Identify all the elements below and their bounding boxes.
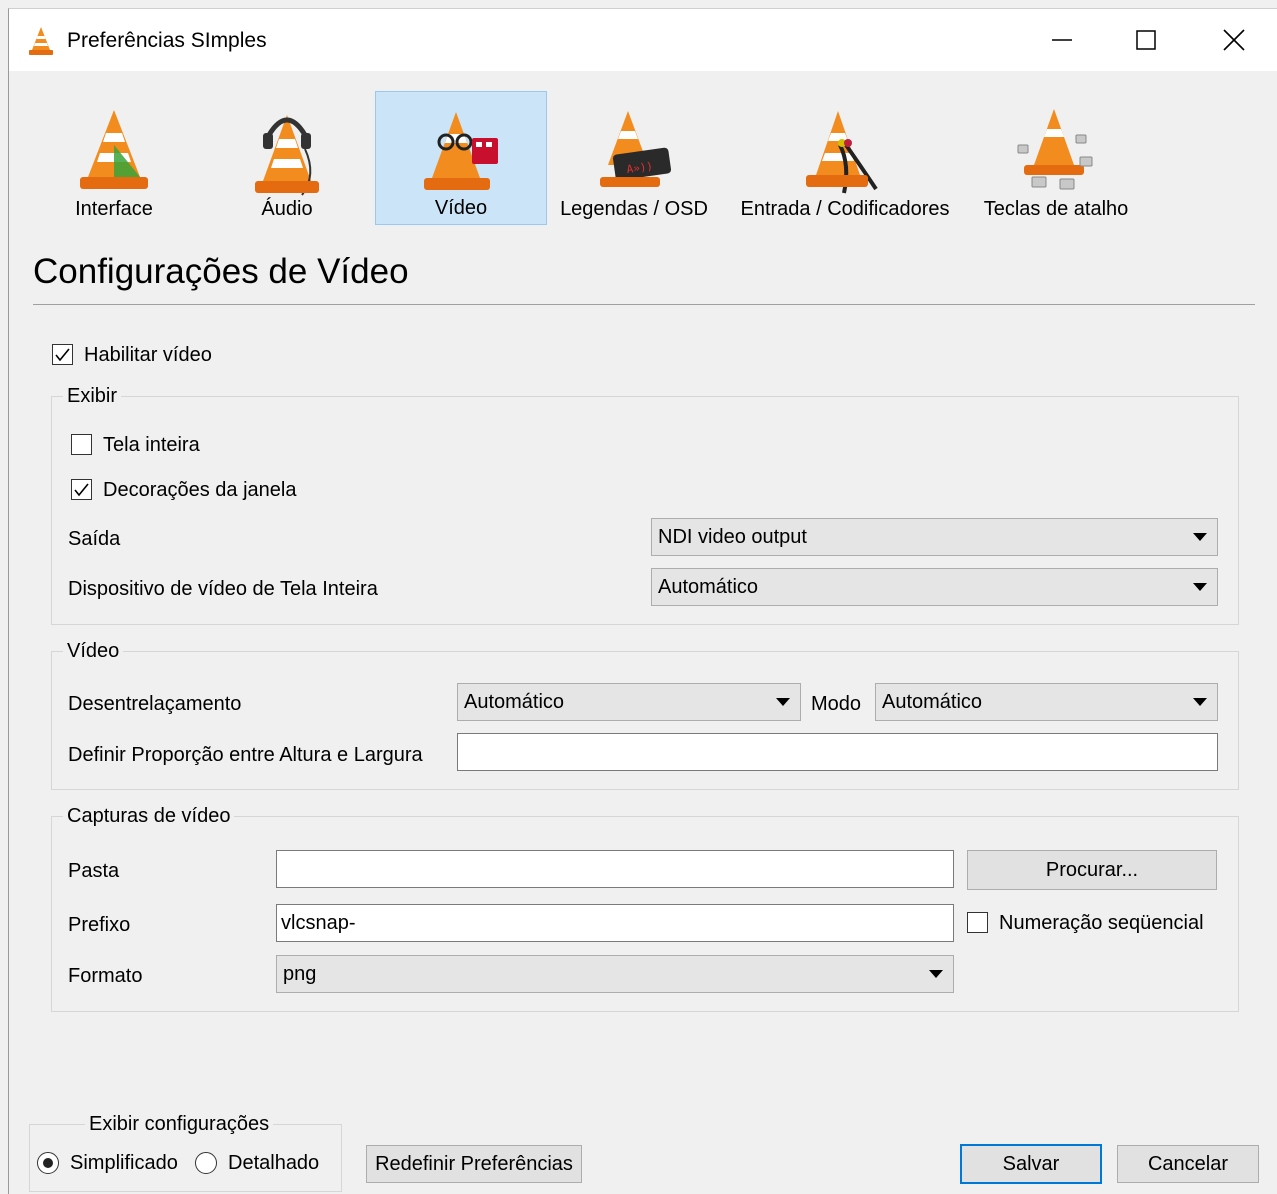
input-cables-cone-icon — [806, 111, 878, 194]
prefix-input[interactable]: vlcsnap- — [276, 904, 954, 942]
aspect-ratio-label: Definir Proporção entre Altura e Largura — [68, 744, 423, 766]
interface-cone-icon — [80, 110, 148, 189]
maximize-button[interactable] — [1116, 19, 1176, 61]
prefix-label: Prefixo — [68, 914, 131, 936]
prefix-value: vlcsnap- — [281, 912, 356, 934]
hotkeys-keyboard-cone-icon — [1017, 109, 1093, 190]
advanced-radio[interactable] — [195, 1152, 217, 1174]
fullscreen-device-select[interactable]: Automático — [651, 568, 1218, 606]
window-title: Preferências SImples — [67, 29, 267, 52]
mode-value: Automático — [882, 691, 983, 713]
folder-label: Pasta — [68, 860, 120, 882]
category-subtitles-osd[interactable]: A»)) Legendas / OSD — [549, 91, 719, 225]
cancel-button[interactable]: Cancelar — [1117, 1145, 1259, 1183]
subtitles-display-cone-icon: A»)) — [600, 111, 672, 187]
save-button[interactable]: Salvar — [960, 1144, 1102, 1184]
folder-input[interactable] — [276, 850, 954, 888]
show-settings-title: Exibir configurações — [85, 1113, 274, 1136]
vlc-cone-icon — [29, 27, 53, 55]
chevron-down-icon — [929, 970, 943, 978]
enable-video-label: Habilitar vídeo — [84, 344, 212, 366]
minimize-button[interactable] — [1032, 19, 1092, 61]
fullscreen-device-label: Dispositivo de vídeo de Tela Inteira — [68, 578, 378, 600]
reset-preferences-button[interactable]: Redefinir Preferências — [366, 1145, 582, 1183]
display-group-title: Exibir — [63, 385, 122, 408]
category-label: Interface — [75, 198, 153, 220]
sequential-numbering-checkbox[interactable] — [967, 912, 988, 933]
simple-radio-label: Simplificado — [70, 1152, 178, 1174]
category-interface[interactable]: Interface — [29, 91, 199, 225]
chevron-down-icon — [1193, 583, 1207, 591]
mode-label: Modo — [811, 693, 862, 715]
deinterlace-value: Automático — [464, 691, 565, 713]
deinterlace-select[interactable]: Automático — [457, 683, 801, 721]
deinterlace-label: Desentrelaçamento — [68, 693, 242, 715]
checkmark-icon — [55, 348, 70, 362]
audio-headphones-cone-icon — [255, 115, 319, 196]
category-label: Entrada / Codificadores — [740, 198, 950, 220]
category-audio[interactable]: Áudio — [199, 91, 375, 225]
chevron-down-icon — [1193, 698, 1207, 706]
category-label: Teclas de atalho — [983, 198, 1129, 220]
output-select[interactable]: NDI video output — [651, 518, 1218, 556]
simple-radio[interactable] — [37, 1152, 59, 1174]
advanced-radio-label: Detalhado — [228, 1152, 320, 1174]
video-group-title: Vídeo — [63, 640, 124, 663]
browse-button[interactable]: Procurar... — [967, 850, 1217, 890]
category-hotkeys[interactable]: Teclas de atalho — [971, 91, 1141, 225]
category-video[interactable]: Vídeo — [375, 91, 547, 225]
window-decorations-label: Decorações da janela — [103, 479, 297, 501]
format-label: Formato — [68, 965, 143, 987]
format-value: png — [283, 963, 317, 985]
close-button[interactable] — [1204, 19, 1264, 61]
maximize-icon — [1136, 30, 1156, 50]
section-title: Configurações de Vídeo — [33, 252, 409, 291]
category-label: Áudio — [261, 198, 313, 220]
category-label: Vídeo — [434, 197, 488, 219]
mode-select[interactable]: Automático — [875, 683, 1218, 721]
chevron-down-icon — [776, 698, 790, 706]
category-input-codecs[interactable]: Entrada / Codificadores — [729, 91, 961, 225]
category-label: Legendas / OSD — [560, 198, 708, 220]
section-divider — [33, 304, 1255, 305]
checkmark-icon — [74, 483, 89, 497]
window-decorations-checkbox[interactable] — [71, 479, 92, 500]
minimize-icon — [1052, 39, 1072, 41]
format-select[interactable]: png — [276, 955, 954, 993]
preferences-window: Preferências SImples Interface Áudio Víd… — [8, 8, 1277, 1194]
fullscreen-checkbox[interactable] — [71, 434, 92, 455]
radio-selected-dot — [43, 1158, 53, 1168]
fullscreen-label: Tela inteira — [103, 434, 200, 456]
fullscreen-device-value: Automático — [658, 576, 759, 598]
close-icon — [1223, 29, 1245, 51]
title-bar: Preferências SImples — [9, 9, 1277, 71]
chevron-down-icon — [1193, 533, 1207, 541]
video-glasses-cone-icon — [424, 112, 498, 190]
enable-video-checkbox[interactable] — [52, 344, 73, 365]
snapshots-group-title: Capturas de vídeo — [63, 805, 235, 828]
aspect-ratio-input[interactable] — [457, 733, 1218, 771]
sequential-numbering-label: Numeração seqüencial — [999, 912, 1204, 934]
output-label: Saída — [68, 528, 121, 550]
output-value: NDI video output — [658, 526, 807, 548]
